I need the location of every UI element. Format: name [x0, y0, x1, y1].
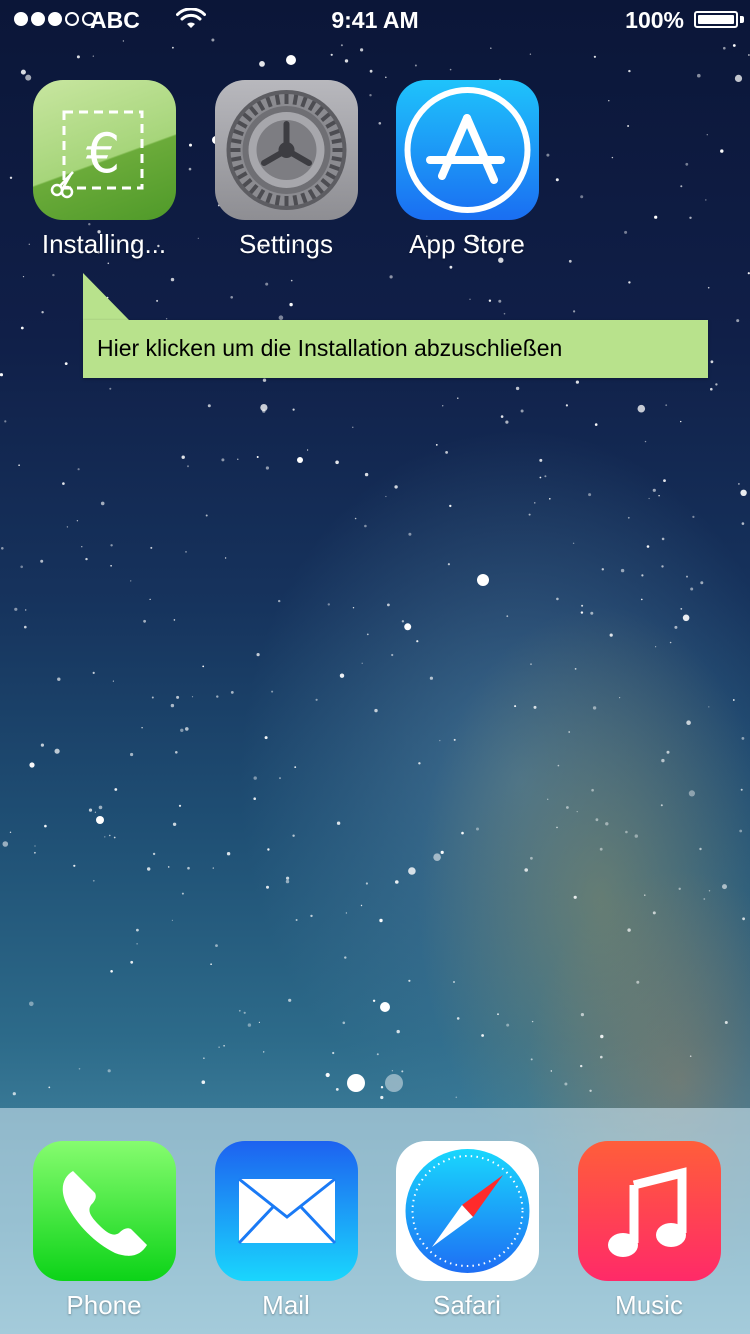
phone-icon — [32, 1141, 176, 1281]
dock-app-music[interactable]: Music — [559, 1141, 739, 1321]
mail-icon — [214, 1141, 358, 1281]
battery-tip — [740, 16, 744, 23]
app-label: Safari — [433, 1290, 501, 1320]
app-label: App Store — [409, 229, 525, 259]
dock-app-safari[interactable]: Safari — [377, 1141, 557, 1321]
battery-percentage: 100% — [625, 7, 684, 33]
app-installing[interactable]: € Installing... — [14, 80, 194, 260]
dock-app-mail[interactable]: Mail — [196, 1141, 376, 1321]
svg-text:€: € — [85, 122, 119, 185]
app-app-store[interactable]: App Store — [377, 80, 557, 260]
app-label: Installing... — [41, 229, 167, 259]
app-label: Mail — [262, 1290, 310, 1320]
install-hint-tooltip[interactable]: Hier klicken um die Installation abzusch… — [83, 320, 708, 378]
app-settings[interactable]: Settings — [196, 80, 376, 260]
euro-coupon-icon: € — [32, 80, 176, 220]
safari-icon — [395, 1141, 539, 1281]
app-label: Phone — [66, 1290, 142, 1320]
music-icon — [577, 1141, 721, 1281]
app-store-icon — [395, 80, 539, 220]
tooltip-text: Hier klicken um die Installation abzusch… — [97, 335, 563, 361]
tooltip-arrow — [83, 273, 129, 320]
battery-icon — [694, 11, 738, 28]
app-label: Music — [615, 1290, 683, 1320]
page-dot[interactable] — [385, 1074, 403, 1092]
gear-icon — [214, 80, 358, 220]
app-label: Settings — [239, 229, 333, 259]
dock-app-phone[interactable]: Phone — [14, 1141, 194, 1321]
page-dot[interactable] — [347, 1074, 365, 1092]
page-indicator[interactable] — [0, 1074, 750, 1092]
status-bar: ABC 9:41 AM 100% — [0, 0, 750, 40]
battery-fill — [698, 15, 734, 24]
